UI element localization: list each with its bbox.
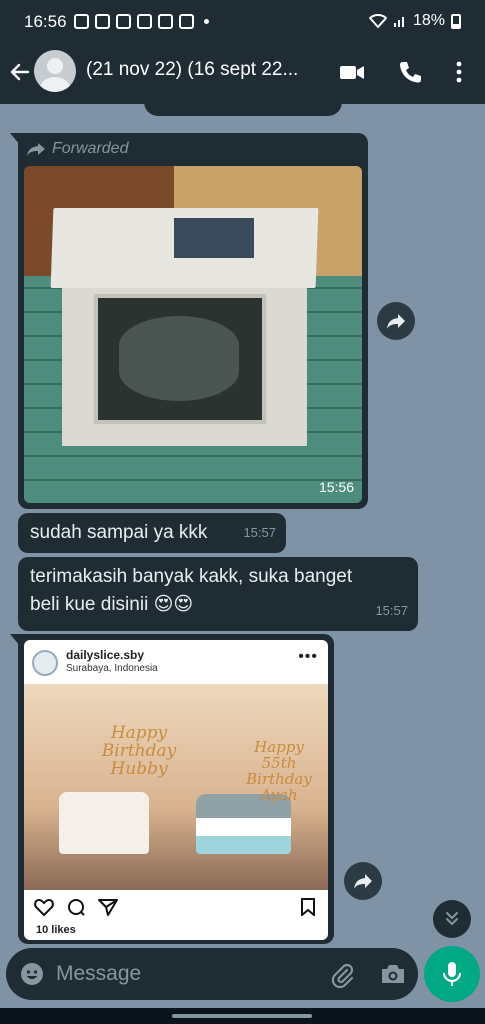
share-button[interactable] [377,302,415,340]
message-input[interactable] [56,958,316,990]
text-message[interactable]: sudah sampai ya kkk 15:57 [18,513,286,553]
emoji-icon[interactable] [20,962,44,986]
send-icon [98,899,118,916]
notification-icon [95,14,110,29]
camera-icon[interactable] [380,962,406,986]
box-label [174,218,254,258]
ig-avatar [32,650,58,676]
battery-icon [451,13,461,29]
forwarded-image-message[interactable]: Forwarded 15:56 [18,133,368,509]
more-vert-icon[interactable] [445,58,473,86]
white-cake-image [59,792,149,854]
back-arrow-icon[interactable] [8,60,32,84]
ig-likes: 10 likes [36,924,76,936]
message-time: 15:57 [243,525,276,540]
ig-cakes-photo: Happy Birthday Hubby Happy 55th Birthday… [24,684,328,890]
attach-icon[interactable] [330,962,356,988]
voice-message-button[interactable] [424,946,480,1002]
message-composer [6,948,418,1000]
voice-call-icon[interactable] [396,58,424,86]
status-bar: 16:56 18% [0,0,485,44]
ig-username: dailyslice.sby [66,648,145,662]
video-call-icon[interactable] [338,58,366,86]
cake-topper-right: Happy 55th Birthday Ayah [246,738,312,804]
text-message[interactable]: terimakasih banyak kakk, suka banget bel… [18,557,418,631]
cake-image [119,316,239,401]
ig-location: Surabaya, Indonesia [66,663,158,674]
share-arrow-icon [354,874,372,889]
status-time: 16:56 [24,12,67,31]
home-gesture-handle[interactable] [172,1014,312,1018]
chat-header: (21 nov 22) (16 sept 22... [0,44,485,104]
signal-icon [393,17,404,27]
chat-title[interactable]: (21 nov 22) (16 sept 22... [86,59,326,81]
notification-icon [116,14,131,29]
message-time: 15:56 [318,479,354,495]
heart-icon [34,898,54,916]
notification-icon [158,14,173,29]
previous-message-bubble[interactable] [144,96,342,116]
double-chevron-down-icon [446,912,458,926]
avatar[interactable] [34,50,76,92]
share-button[interactable] [344,862,382,900]
bookmark-icon [301,898,315,916]
ig-more-icon: ••• [298,648,318,665]
ig-actions [34,898,118,916]
scroll-to-bottom-button[interactable] [433,900,471,938]
share-arrow-icon [387,314,405,329]
forwarded-label: Forwarded [26,140,128,158]
instagram-post-message[interactable]: dailyslice.sby Surabaya, Indonesia ••• H… [18,634,334,944]
forward-icon [27,143,45,156]
system-status: 18% [368,12,461,30]
battery-percent: 18% [412,12,445,29]
cake-topper-left: Happy Birthday Hubby [101,723,177,779]
message-text: terimakasih banyak kakk, suka banget bel… [30,566,353,615]
message-time: 15:57 [375,603,408,618]
wifi-icon [368,14,387,28]
notification-icon [179,14,194,29]
cake-box-photo[interactable]: 15:56 [24,166,362,503]
comment-icon [68,899,85,916]
notification-icons [74,14,194,29]
instagram-post-card[interactable]: dailyslice.sby Surabaya, Indonesia ••• H… [24,640,328,940]
notification-icon [74,14,89,29]
more-notifications-dot [204,19,209,24]
forwarded-text: Forwarded [52,140,129,157]
mic-icon [442,962,462,986]
navigation-bar [0,1008,485,1024]
notification-icon [137,14,152,29]
message-text: sudah sampai ya kkk [30,522,208,543]
